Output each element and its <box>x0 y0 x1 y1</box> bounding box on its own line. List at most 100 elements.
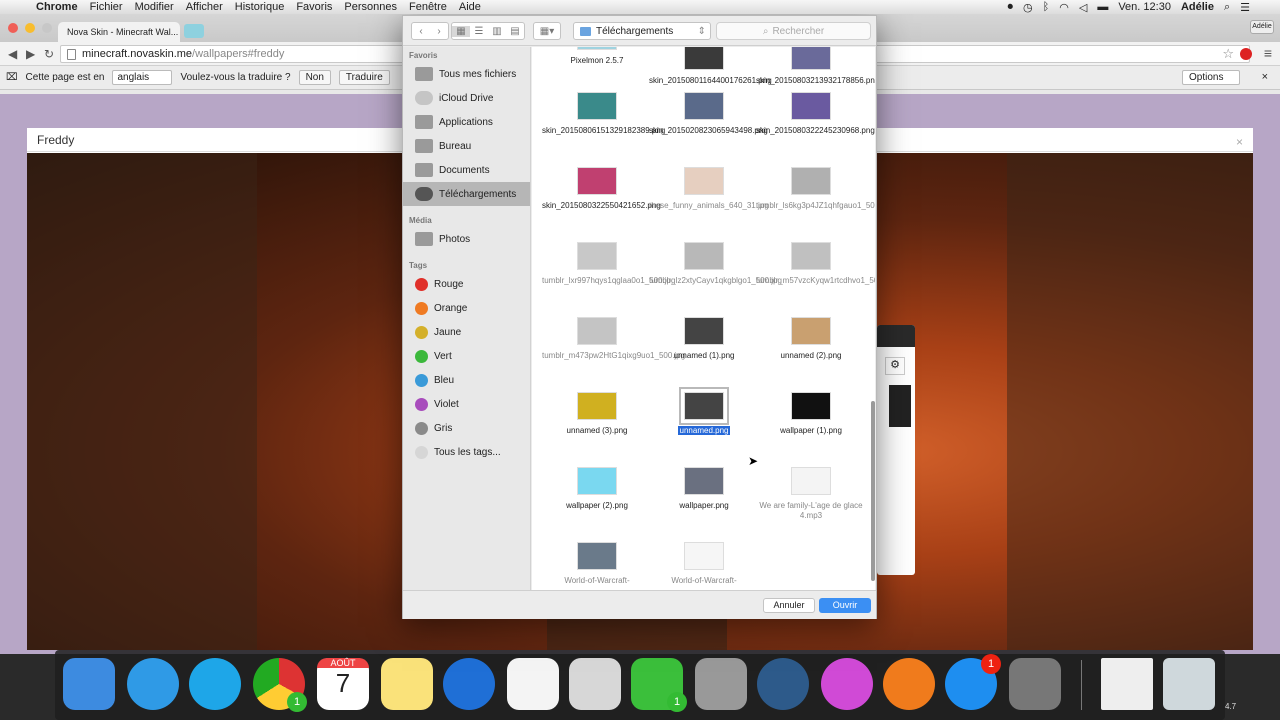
sidebar-tag-7[interactable]: Tous les tags... <box>403 440 530 464</box>
file-item[interactable]: wallpaper (1).png <box>756 392 866 436</box>
itunes-icon[interactable] <box>821 658 873 710</box>
sidebar-item-icloud[interactable]: iCloud Drive <box>403 86 530 110</box>
safari-icon[interactable] <box>127 658 179 710</box>
volume-icon[interactable]: ◁ <box>1079 1 1087 14</box>
menu-aide[interactable]: Aide <box>453 1 487 13</box>
reload-icon[interactable]: ↻ <box>44 47 54 61</box>
file-item[interactable]: tumblr_m57vzcKyqw1rtcdhvo1_500.jpg <box>756 242 875 286</box>
bluetooth-icon[interactable]: ᛒ <box>1043 1 1050 13</box>
preview-icon[interactable] <box>569 658 621 710</box>
tab-novaskin[interactable]: Nova Skin - Minecraft Wal... × <box>58 22 180 42</box>
language-select[interactable]: anglais <box>112 70 173 85</box>
arrange-button[interactable]: ▦▾ <box>533 22 561 40</box>
file-item[interactable]: tumblr_lxr997hqys1qglaa0o1_500.jpg <box>542 242 675 286</box>
finder-icon[interactable] <box>63 658 115 710</box>
icon-view-icon[interactable]: ▦ <box>452 25 470 37</box>
sidebar-item-photos[interactable]: Photos <box>403 227 530 251</box>
gear-icon[interactable]: ⚙ <box>885 357 905 375</box>
file-item[interactable]: wallpaper (2).png <box>542 467 652 511</box>
file-item[interactable]: skin_2015080322245230968.png <box>756 92 875 136</box>
cancel-button[interactable]: Annuler <box>763 598 815 613</box>
sidebar-tag-0[interactable]: Rouge <box>403 272 530 296</box>
column-view-icon[interactable]: ▥ <box>488 26 506 37</box>
reminders-icon[interactable] <box>507 658 559 710</box>
file-item[interactable]: World-of-Warcraft- <box>542 542 652 586</box>
translate-button[interactable]: Traduire <box>338 70 390 85</box>
menu-personnes[interactable]: Personnes <box>338 1 403 13</box>
modal-close-icon[interactable]: × <box>1236 135 1243 149</box>
back-arrow-icon[interactable]: ◀ <box>8 47 17 61</box>
sidebar-item-all-files[interactable]: Tous mes fichiers <box>403 62 530 86</box>
trash-icon[interactable] <box>1163 658 1215 710</box>
forward-icon[interactable]: › <box>430 26 448 37</box>
record-icon[interactable]: ⏺ <box>1008 1 1014 14</box>
menu-favoris[interactable]: Favoris <box>290 1 338 13</box>
file-item[interactable]: skin_20150801164400176261.png <box>649 47 772 86</box>
open-button[interactable]: Ouvrir <box>819 598 871 613</box>
flag-icon[interactable]: ▬ <box>1097 1 1108 13</box>
file-item[interactable]: wallpaper.png <box>649 467 759 511</box>
minimize-window-icon[interactable] <box>25 23 35 33</box>
menu-afficher[interactable]: Afficher <box>180 1 229 13</box>
system-preferences-icon[interactable] <box>1009 658 1061 710</box>
user-name[interactable]: Adélie <box>1181 1 1214 13</box>
file-item[interactable]: skin_2015080322550421652.png <box>542 167 661 211</box>
spotlight-icon[interactable]: ⌕ <box>1224 1 1230 14</box>
extension-icon[interactable] <box>1240 48 1252 60</box>
menu-historique[interactable]: Historique <box>229 1 291 13</box>
bookmark-star-icon[interactable]: ☆ <box>1222 46 1234 62</box>
sidebar-item-documents[interactable]: Documents <box>403 158 530 182</box>
sidebar-tag-1[interactable]: Orange <box>403 296 530 320</box>
sidebar-item-applications[interactable]: Applications <box>403 110 530 134</box>
file-item[interactable]: We are family-L'age de glace 4.mp3 <box>756 467 866 521</box>
forward-arrow-icon[interactable]: ▶ <box>26 47 35 61</box>
clock[interactable]: Ven. 12:30 <box>1118 1 1171 13</box>
file-item[interactable]: unnamed (2).png <box>756 317 866 361</box>
menu-modifier[interactable]: Modifier <box>129 1 180 13</box>
openoffice-icon[interactable] <box>443 658 495 710</box>
close-translate-icon[interactable]: × <box>1262 71 1268 83</box>
list-view-icon[interactable]: ☰ <box>470 26 488 37</box>
file-item[interactable]: World-of-Warcraft- <box>649 542 759 586</box>
menu-app[interactable]: Chrome <box>30 1 84 13</box>
wifi-icon[interactable]: ◠ <box>1059 1 1069 14</box>
skype-icon[interactable] <box>189 658 241 710</box>
sidebar-tag-3[interactable]: Vert <box>403 344 530 368</box>
file-item[interactable]: tumblr_lz2xtyCayv1qkgblgo1_500.jpg <box>649 242 782 286</box>
menu-icon[interactable]: ≡ <box>1264 45 1272 61</box>
sidebar-item-downloads[interactable]: Téléchargements <box>403 182 530 206</box>
path-popup[interactable]: Téléchargements ⇕ <box>573 22 711 40</box>
ibooks-icon[interactable] <box>883 658 935 710</box>
file-item[interactable]: unnamed (1).png <box>649 317 759 361</box>
close-window-icon[interactable] <box>8 23 18 33</box>
options-select[interactable]: Options <box>1182 70 1240 85</box>
documents-stack-icon[interactable] <box>1101 658 1153 710</box>
notification-icon[interactable]: ☰ <box>1240 1 1250 14</box>
new-tab-button[interactable] <box>184 24 204 38</box>
back-icon[interactable]: ‹ <box>412 26 430 37</box>
file-item[interactable]: tumblr_ls6kg3p4JZ1qhfgauo1_500.jpg <box>756 167 875 211</box>
no-button[interactable]: Non <box>298 70 331 85</box>
sidebar-tag-5[interactable]: Violet <box>403 392 530 416</box>
file-item[interactable]: unnamed.png <box>649 387 759 436</box>
menu-fichier[interactable]: Fichier <box>84 1 129 13</box>
file-item[interactable]: tumblr_m473pw2HtG1qixg9uo1_500.jpg <box>542 317 685 361</box>
notes-icon[interactable] <box>381 658 433 710</box>
menu-fenetre[interactable]: Fenêtre <box>403 1 453 13</box>
zoom-window-icon[interactable] <box>42 23 52 33</box>
sidebar-item-desktop[interactable]: Bureau <box>403 134 530 158</box>
vertical-scrollbar[interactable] <box>871 401 875 581</box>
file-item[interactable]: skin_2015020823065943498.png <box>649 92 768 136</box>
calendar-icon[interactable]: AOÛT 7 <box>317 658 369 710</box>
file-item[interactable]: Pixelmon 2.5.7 <box>542 47 652 66</box>
sidebar-tag-6[interactable]: Gris <box>403 416 530 440</box>
file-item[interactable]: skin_20150803213932178856.png <box>756 47 875 86</box>
coverflow-view-icon[interactable]: ▤ <box>506 26 524 37</box>
file-item[interactable]: these_funny_animals_640_31.jpg <box>649 167 769 211</box>
utility-icon[interactable] <box>695 658 747 710</box>
sidebar-tag-4[interactable]: Bleu <box>403 368 530 392</box>
sidebar-tag-2[interactable]: Jaune <box>403 320 530 344</box>
file-item[interactable]: unnamed (3).png <box>542 392 652 436</box>
search-field[interactable]: ⌕ Rechercher <box>716 22 871 40</box>
quicktime-icon[interactable] <box>757 658 809 710</box>
